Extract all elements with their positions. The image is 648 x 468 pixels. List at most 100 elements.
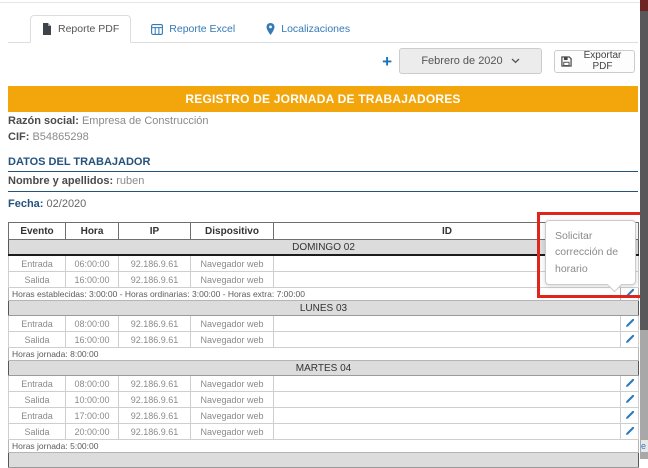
- day-section-title: DOMINGO 02: [9, 240, 639, 256]
- export-pdf-label: Exportar PDF: [577, 50, 628, 72]
- table-row: Salida16:00:0092.186.9.61Navegador web: [9, 272, 639, 288]
- cell-hora: 08:00:00: [66, 316, 119, 332]
- cell-id: [274, 408, 621, 424]
- cell-edit: [621, 376, 639, 392]
- day-summary-text: Horas jornada: 8:00:00: [9, 348, 639, 361]
- cell-evento: Entrada: [9, 255, 66, 272]
- save-icon: [561, 56, 572, 67]
- day-summary-row: Horas establecidas: 3:00:00 - Horas ordi…: [9, 288, 639, 301]
- cell-ip: 92.186.9.61: [119, 316, 191, 332]
- cell-id: [274, 424, 621, 440]
- cell-ip: 92.186.9.61: [119, 424, 191, 440]
- tab-reporte-pdf[interactable]: Reporte PDF: [30, 15, 131, 43]
- report-date-label: Fecha:: [8, 198, 43, 210]
- cell-hora: 17:00:00: [66, 408, 119, 424]
- window-edge-top-block: [640, 0, 648, 11]
- report-date-value: 02/2020: [47, 198, 87, 210]
- cell-ip: 92.186.9.61: [119, 272, 191, 288]
- cell-hora: 10:00:00: [66, 392, 119, 408]
- month-dropdown[interactable]: Febrero de 2020: [399, 48, 542, 74]
- cell-evento: Salida: [9, 424, 66, 440]
- cell-dispositivo: Navegador web: [191, 392, 274, 408]
- tab-localizaciones[interactable]: Localizaciones: [255, 15, 361, 43]
- day-section-title: LUNES 03: [9, 301, 639, 316]
- day-summary-text: Horas jornada: 5:00:00: [9, 440, 639, 453]
- cell-ip: 92.186.9.61: [119, 255, 191, 272]
- cell-id: [274, 332, 621, 348]
- cell-ip: 92.186.9.61: [119, 376, 191, 392]
- cell-dispositivo: Navegador web: [191, 316, 274, 332]
- table-row: Salida16:00:0092.186.9.61Navegador web: [9, 332, 639, 348]
- cell-dispositivo: Navegador web: [191, 424, 274, 440]
- cropped-text-artifact: e: [641, 440, 648, 452]
- edit-pencil-icon[interactable]: [625, 394, 635, 404]
- cell-ip: 92.186.9.61: [119, 408, 191, 424]
- cell-evento: Entrada: [9, 316, 66, 332]
- tooltip-text: Solicitar corrección de horario: [555, 230, 618, 275]
- cell-evento: Salida: [9, 332, 66, 348]
- cell-edit: [621, 408, 639, 424]
- cif-line: CIF: B54865298: [8, 130, 209, 146]
- toolbar: + Febrero de 2020 Exportar PDF: [382, 48, 635, 74]
- table-row: Entrada06:00:0092.186.9.61Navegador web: [9, 255, 639, 272]
- column-header: IP: [119, 223, 191, 240]
- edit-pencil-icon[interactable]: [625, 378, 635, 388]
- cell-dispositivo: Navegador web: [191, 332, 274, 348]
- cell-edit: [621, 332, 639, 348]
- edit-pencil-icon[interactable]: [625, 288, 635, 298]
- cell-hora: 06:00:00: [66, 255, 119, 272]
- day-section-row: MARTES 04: [9, 361, 639, 376]
- day-section-title: [9, 453, 639, 468]
- cell-edit: [621, 288, 639, 301]
- cell-hora: 16:00:00: [66, 332, 119, 348]
- tab-label: Reporte PDF: [58, 23, 119, 35]
- column-header: Dispositivo: [191, 223, 274, 240]
- tabbar: Reporte PDF Reporte Excel Localizaciones: [8, 14, 638, 43]
- column-header: Evento: [9, 223, 66, 240]
- cell-evento: Entrada: [9, 376, 66, 392]
- window-edge-dark: [640, 11, 648, 330]
- edit-pencil-icon[interactable]: [625, 410, 635, 420]
- day-section-row: [9, 453, 639, 468]
- razon-social-value: Empresa de Construcción: [82, 115, 209, 127]
- cell-edit: [621, 392, 639, 408]
- table-row: Entrada08:00:0092.186.9.61Navegador web: [9, 376, 639, 392]
- worker-name-line: Nombre y apellidos: ruben: [8, 175, 638, 192]
- cell-edit: [621, 316, 639, 332]
- export-pdf-button[interactable]: Exportar PDF: [554, 50, 635, 73]
- column-header: Hora: [66, 223, 119, 240]
- edit-pencil-icon[interactable]: [625, 334, 635, 344]
- month-dropdown-value: Febrero de 2020: [421, 55, 502, 67]
- edit-pencil-icon[interactable]: [625, 318, 635, 328]
- cell-id: [274, 392, 621, 408]
- cell-evento: Salida: [9, 392, 66, 408]
- table-row: Entrada17:00:0092.186.9.61Navegador web: [9, 408, 639, 424]
- tooltip-solicitar-correccion: Solicitar corrección de horario: [545, 220, 636, 285]
- cell-ip: 92.186.9.61: [119, 392, 191, 408]
- window-right-edge: e: [640, 0, 648, 459]
- file-pdf-icon: [42, 23, 52, 35]
- table-icon: [151, 24, 163, 35]
- day-section-title: MARTES 04: [9, 361, 639, 376]
- cell-hora: 16:00:00: [66, 272, 119, 288]
- tab-reporte-excel[interactable]: Reporte Excel: [140, 15, 246, 43]
- day-summary-row: Horas jornada: 5:00:00: [9, 440, 639, 453]
- tab-label: Localizaciones: [281, 23, 350, 35]
- cell-id: [274, 316, 621, 332]
- table-header-row: EventoHoraIPDispositivoID: [9, 223, 639, 240]
- add-month-button[interactable]: +: [382, 53, 392, 70]
- worker-name-label: Nombre y apellidos:: [8, 175, 113, 187]
- tab-label: Reporte Excel: [169, 23, 235, 35]
- cell-evento: Salida: [9, 272, 66, 288]
- table-row: Entrada08:00:0092.186.9.61Navegador web: [9, 316, 639, 332]
- cell-dispositivo: Navegador web: [191, 408, 274, 424]
- day-summary-row: Horas jornada: 8:00:00: [9, 348, 639, 361]
- edit-pencil-icon[interactable]: [625, 426, 635, 436]
- cell-id: [274, 376, 621, 392]
- cif-value: B54865298: [32, 131, 88, 143]
- day-section-row: DOMINGO 02: [9, 240, 639, 256]
- day-summary-text: Horas establecidas: 3:00:00 - Horas ordi…: [9, 288, 621, 301]
- cif-label: CIF:: [8, 131, 29, 143]
- cell-evento: Entrada: [9, 408, 66, 424]
- table-row: Salida20:00:0092.186.9.61Navegador web: [9, 424, 639, 440]
